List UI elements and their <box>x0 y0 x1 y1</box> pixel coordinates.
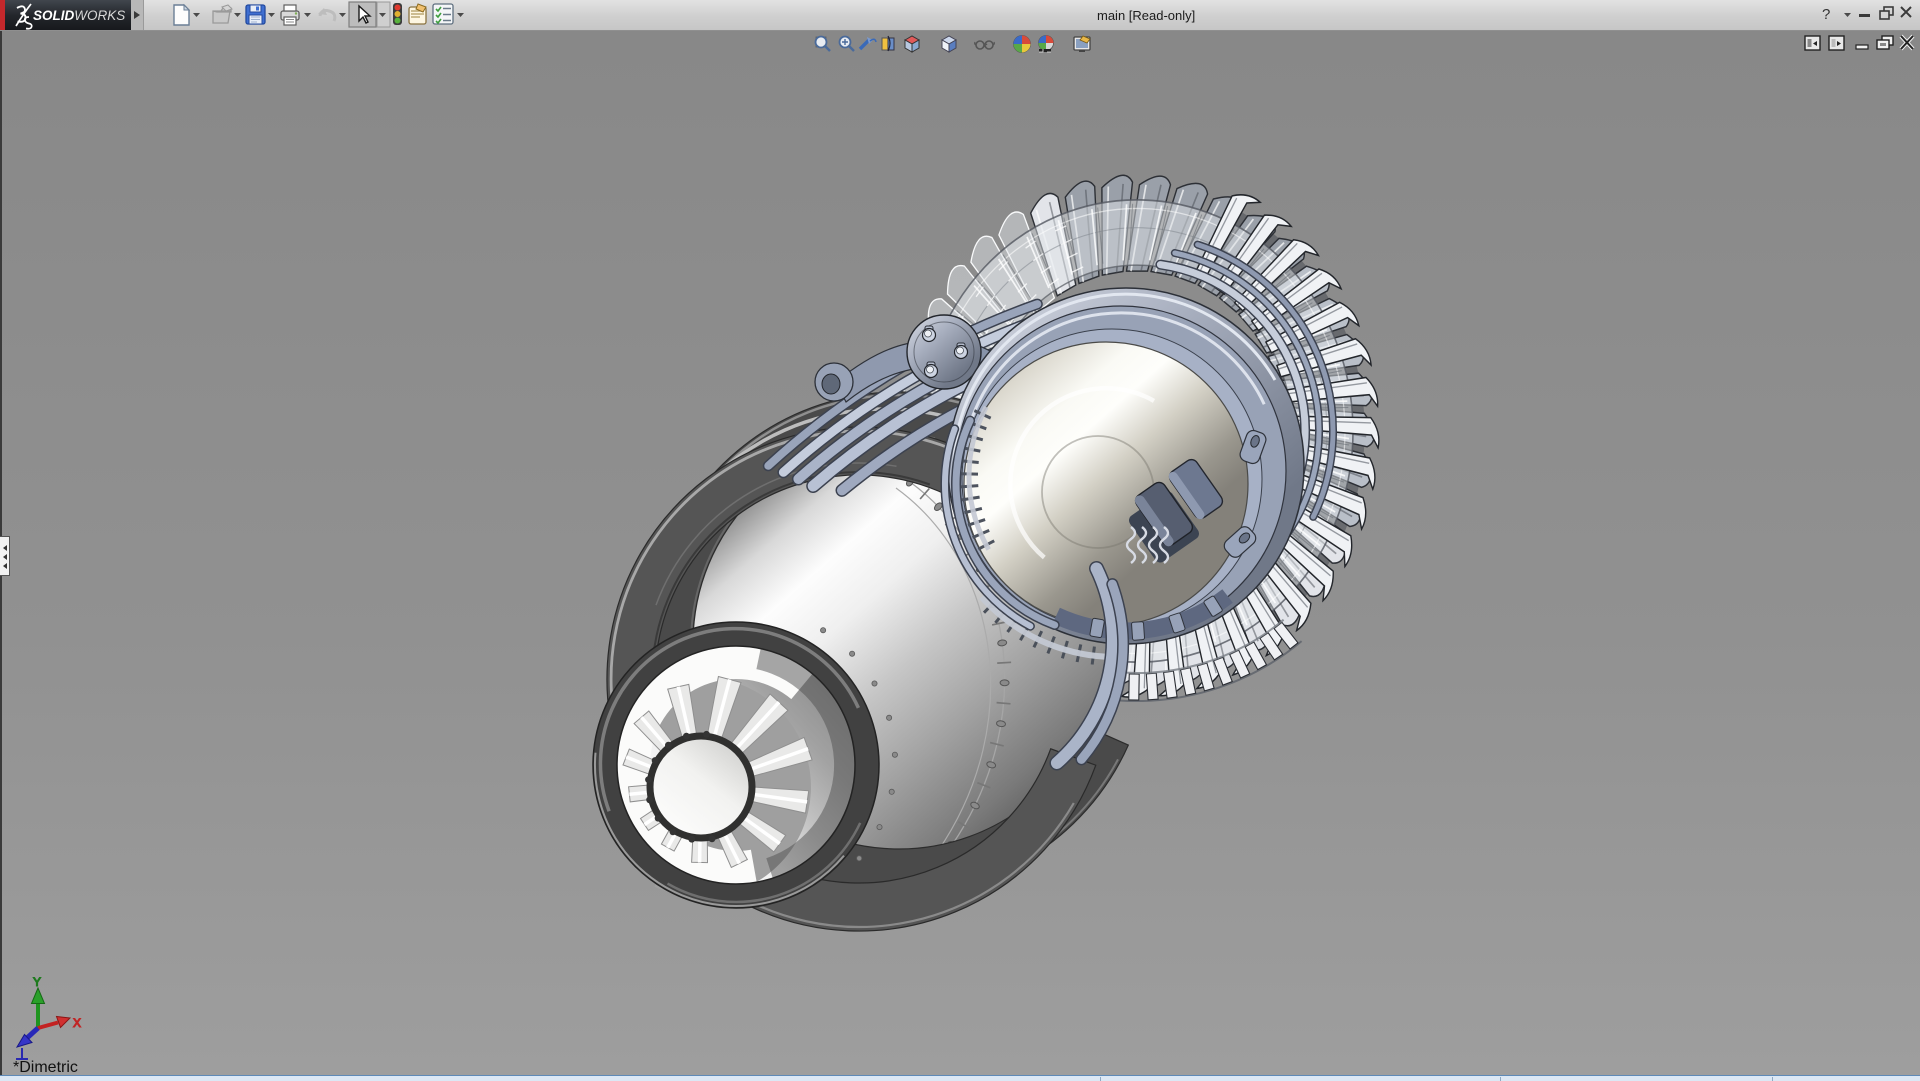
svg-text:Y: Y <box>33 975 41 989</box>
svg-text:?: ? <box>1822 6 1830 23</box>
svg-text:X: X <box>73 1016 81 1030</box>
